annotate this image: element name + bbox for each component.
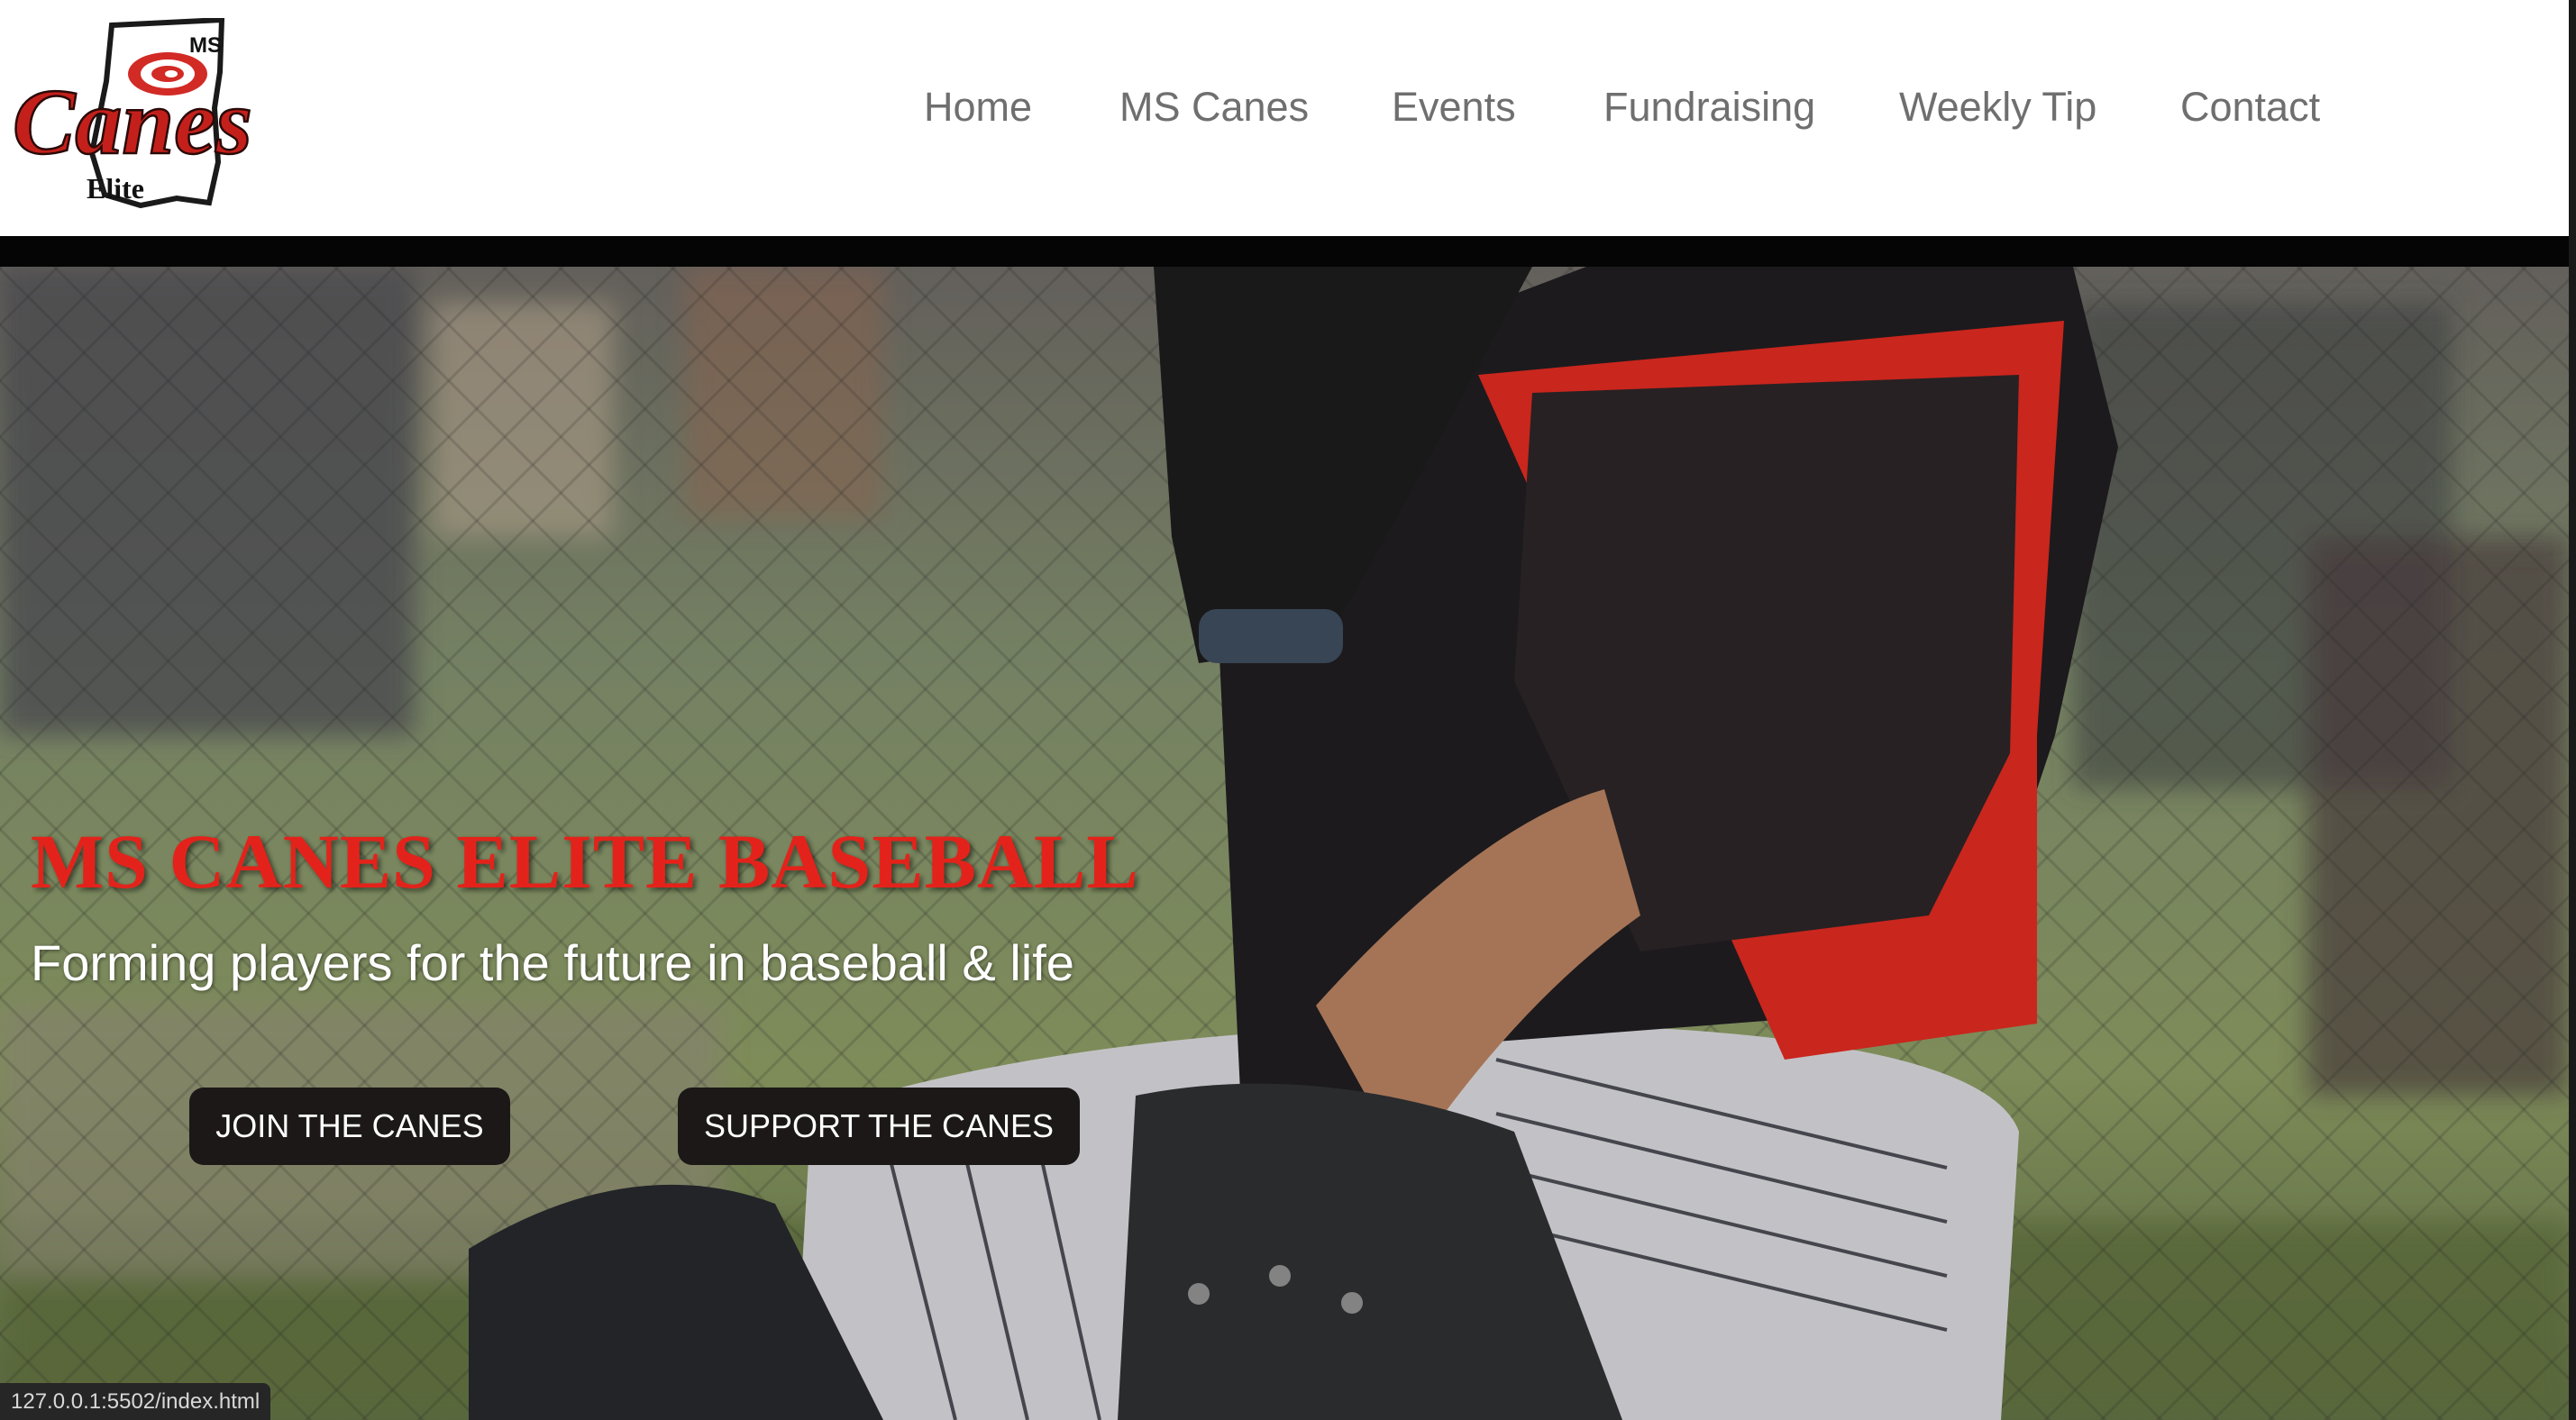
hero-title: MS CANES ELITE BASEBALL	[31, 818, 1139, 905]
status-bar-url: 127.0.0.1:5502/index.html	[0, 1383, 271, 1420]
hero-section: MS CANES ELITE BASEBALL Forming players …	[0, 267, 2569, 1420]
main-nav: Home MS Canes Events Fundraising Weekly …	[0, 74, 2576, 141]
nav-item-ms-canes[interactable]: MS Canes	[1119, 74, 1309, 141]
join-the-canes-button[interactable]: JOIN THE CANES	[189, 1088, 510, 1165]
nav-item-fundraising[interactable]: Fundraising	[1603, 74, 1815, 141]
logo-ms-text: MS	[189, 33, 222, 58]
hero-subtitle: Forming players for the future in baseba…	[31, 934, 1074, 991]
nav-item-home[interactable]: Home	[924, 74, 1032, 141]
support-the-canes-button[interactable]: SUPPORT THE CANES	[678, 1088, 1080, 1165]
nav-item-weekly-tip[interactable]: Weekly Tip	[1899, 74, 2096, 141]
nav-item-events[interactable]: Events	[1392, 74, 1516, 141]
logo-elite-text: Elite	[87, 172, 144, 205]
site-header: MS Canes Elite Home MS Canes Events Fund…	[0, 0, 2576, 236]
nav-item-contact[interactable]: Contact	[2180, 74, 2320, 141]
window-edge	[2569, 0, 2576, 1420]
header-divider	[0, 236, 2576, 267]
